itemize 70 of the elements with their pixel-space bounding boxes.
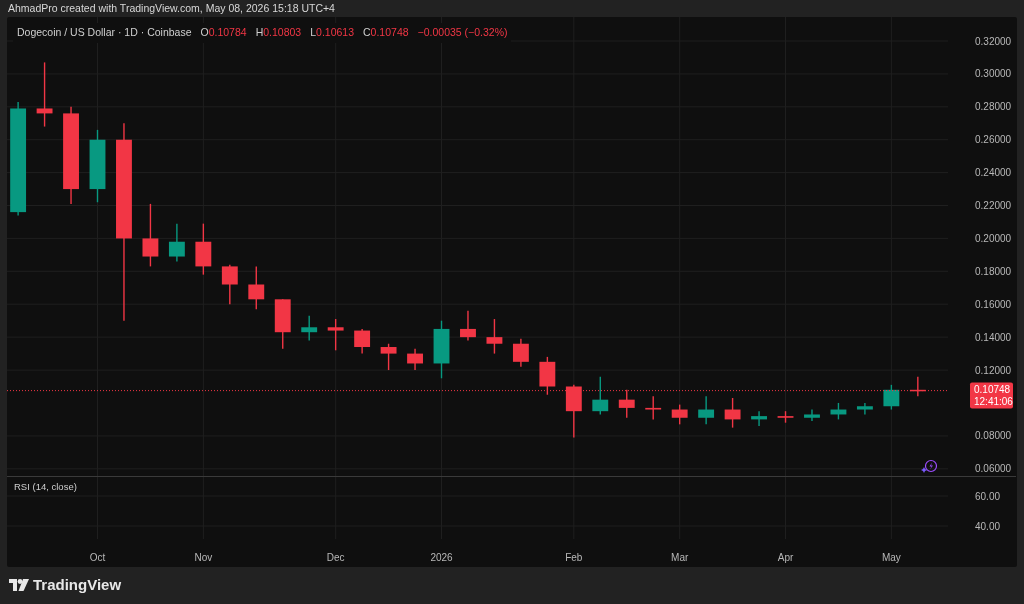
- axis-label: Nov: [194, 552, 213, 563]
- ohlc-label: O: [200, 25, 209, 40]
- axis-label: Apr: [777, 552, 794, 563]
- axis-label: 0.16000: [975, 298, 1012, 310]
- axis-label: 0.12000: [975, 364, 1012, 376]
- ohlc-value: 0.10784: [208, 25, 247, 40]
- tradingview-logo-icon: [9, 579, 29, 592]
- candle: [565, 384, 582, 439]
- axis-label: 2026: [430, 552, 453, 563]
- axis-label: 0.14000: [975, 331, 1012, 343]
- lightning-icon[interactable]: [921, 459, 938, 473]
- ohlc-value: 0.10748: [370, 25, 409, 40]
- candle: [407, 347, 423, 371]
- candle: [248, 265, 265, 310]
- candle: [433, 320, 450, 379]
- candle: [327, 318, 344, 351]
- axis-label: Mar: [671, 552, 689, 563]
- ohlc-value: 0.10803: [263, 25, 302, 40]
- change-value: −0.00035 (−0.32%): [417, 25, 508, 40]
- axis-label: 60.00: [975, 490, 1001, 502]
- candle: [804, 408, 820, 422]
- candle: [512, 338, 529, 368]
- axis-label: Feb: [565, 552, 583, 563]
- axis-label: Dec: [326, 552, 345, 563]
- axis-label: 40.00: [975, 520, 1001, 532]
- candle: [539, 356, 556, 396]
- caption-text: AhmadPro created with TradingView.com, May 08, 2026 15:18 UTC+4: [7, 1, 336, 16]
- candle: [36, 61, 53, 128]
- price-tag: 0.10748 12:41:06: [970, 382, 1013, 409]
- brand-name: TradingView: [33, 575, 122, 596]
- candle: [221, 264, 238, 305]
- candle: [486, 318, 503, 355]
- candle: [142, 203, 159, 268]
- axis-label: 0.18000: [975, 265, 1012, 277]
- candle: [856, 402, 873, 416]
- symbol-title: Dogecoin / US Dollar · 1D · Coinbase: [17, 25, 192, 40]
- candle: [777, 410, 794, 424]
- candle: [751, 410, 767, 427]
- candle: [883, 384, 900, 411]
- candle: [698, 395, 715, 426]
- axis-label: 0.24000: [975, 167, 1012, 179]
- candle: [592, 375, 609, 416]
- axis-label: 0.32000: [975, 35, 1012, 47]
- candle: [830, 402, 847, 421]
- candle: [618, 389, 635, 419]
- axis-label: 0.20000: [975, 232, 1012, 244]
- axis-label: 0.26000: [975, 134, 1012, 146]
- axis-label: 0.30000: [975, 68, 1012, 80]
- axis-label: 0.08000: [975, 430, 1012, 442]
- candle: [671, 403, 688, 426]
- candle: [168, 222, 185, 263]
- candle: [724, 397, 741, 429]
- axis-label: 0.06000: [975, 463, 1012, 475]
- indicator-title: RSI (14, close): [14, 481, 77, 492]
- ohlc-label: C: [363, 25, 371, 40]
- ohlc-label: L: [310, 25, 317, 40]
- candle: [195, 222, 212, 276]
- axis-label: 0.28000: [975, 101, 1012, 113]
- candle: [301, 315, 318, 342]
- ohlc-value: 0.10613: [316, 25, 354, 40]
- candle: [645, 395, 662, 421]
- candle: [909, 375, 926, 398]
- candle: [460, 310, 476, 342]
- candle: [380, 343, 397, 371]
- axis-label: 0.22000: [975, 200, 1012, 211]
- ohlc-label: H: [255, 25, 264, 40]
- axis-label: May: [881, 552, 901, 563]
- candle: [274, 298, 291, 350]
- axis-label: Oct: [89, 552, 106, 563]
- candle: [354, 328, 371, 355]
